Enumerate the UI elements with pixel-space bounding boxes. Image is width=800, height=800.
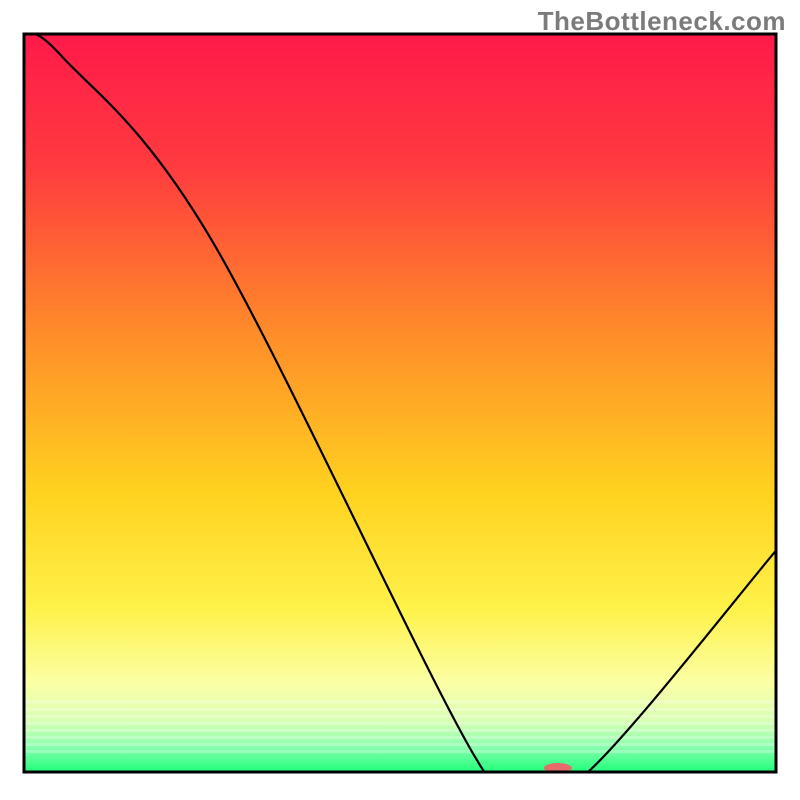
chart-svg bbox=[0, 0, 800, 800]
watermark-text: TheBottleneck.com bbox=[538, 6, 786, 37]
gradient-background bbox=[24, 34, 776, 772]
chart-container: TheBottleneck.com bbox=[0, 0, 800, 800]
